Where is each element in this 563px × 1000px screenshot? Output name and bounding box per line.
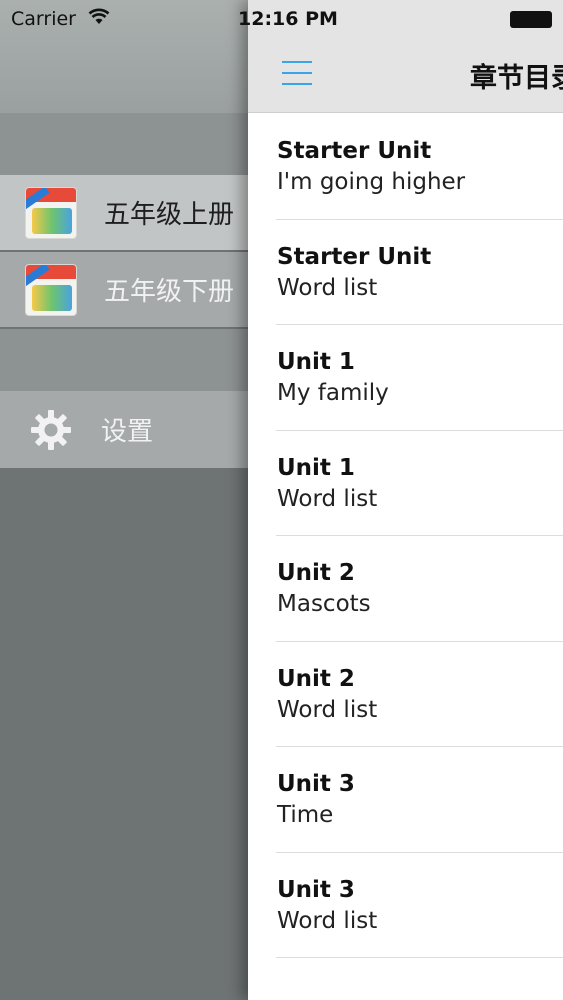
chapter-unit: Starter Unit [277,243,432,270]
chapter-unit: Unit 2 [277,560,355,586]
gear-icon [31,409,71,450]
chapter-title: I'm going higher [277,169,466,195]
page-title: 章节目录 [470,63,563,94]
drawer-item-book-1[interactable]: 五年级上册 [0,175,260,250]
status-bar: Carrier 12:16 PM [0,0,563,38]
list-item[interactable]: Unit 3 Word list [276,853,563,958]
list-item[interactable]: Unit 2 Word list [276,642,563,747]
chapter-title: Word list [277,907,378,934]
chapter-unit: Unit 1 [277,454,355,481]
chapter-unit: Unit 2 [277,665,355,692]
drawer-item-book-2[interactable]: 五年级下册 [0,252,260,327]
settings-label: 设置 [101,417,154,447]
chapter-title: My family [277,380,389,406]
drawer-spacer [0,113,260,175]
chapter-title: Mascots [277,591,371,617]
chapter-list: Starter Unit I'm going higher Starter Un… [248,114,563,958]
chapter-title: Word list [277,274,378,301]
list-item[interactable]: Unit 1 My family [276,325,563,431]
hamburger-menu-icon[interactable] [282,60,314,86]
battery-icon [510,11,552,28]
chapter-title: Word list [277,696,378,723]
list-item[interactable]: Starter Unit Word list [276,220,563,325]
book-cover-icon [25,263,77,316]
drawer-item-settings[interactable]: 设置 [0,391,260,468]
chapter-panel: 章节目录 Starter Unit I'm going higher Start… [248,0,563,1000]
clock: 12:16 PM [238,8,338,30]
list-item[interactable]: Unit 1 Word list [276,431,563,536]
drawer-spacer [0,329,260,391]
chapter-unit: Unit 3 [277,876,355,903]
carrier-label: Carrier [11,8,76,30]
app-screen: Carrier 12:16 PM 五年级上册 五年级下册 设置 章节目 Star… [0,0,563,1000]
drawer-item-label: 五年级下册 [104,277,235,307]
chapter-unit: Unit 1 [277,349,355,375]
chapter-title: Word list [277,485,378,512]
side-drawer: 五年级上册 五年级下册 设置 [0,0,260,1000]
chapter-unit: Starter Unit [277,138,432,164]
drawer-item-label: 五年级上册 [104,200,235,230]
list-item[interactable]: Unit 3 Time [276,747,563,853]
list-item[interactable]: Starter Unit I'm going higher [276,114,563,220]
chapter-title: Time [277,802,334,828]
book-cover-icon [25,186,77,239]
wifi-icon [88,8,110,24]
list-item[interactable]: Unit 2 Mascots [276,536,563,642]
chapter-unit: Unit 3 [277,771,355,797]
